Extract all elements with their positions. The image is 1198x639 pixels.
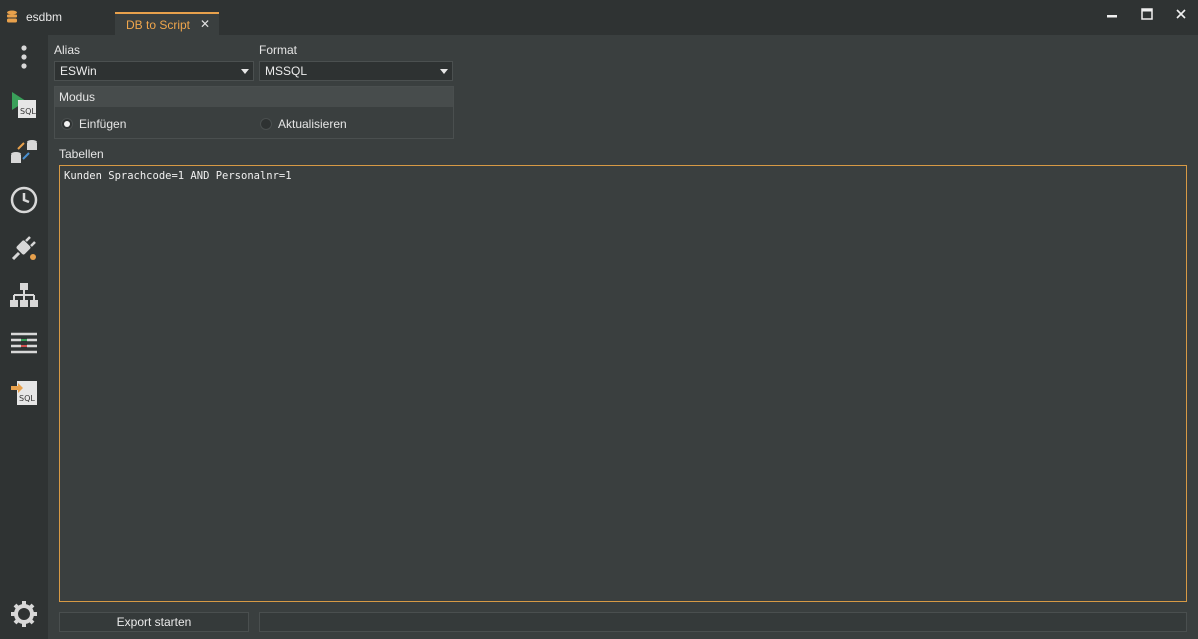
app-title: esdbm bbox=[6, 8, 62, 26]
modus-header: Modus bbox=[55, 87, 453, 107]
format-label: Format bbox=[259, 43, 298, 57]
tab-close-icon[interactable]: ✕ bbox=[200, 17, 210, 31]
svg-text:SQL: SQL bbox=[19, 394, 35, 403]
maximize-icon bbox=[1141, 8, 1153, 20]
sidebar-menu-button[interactable] bbox=[8, 41, 40, 73]
list-compare-icon bbox=[11, 332, 37, 354]
window-close-button[interactable] bbox=[1169, 5, 1193, 25]
alias-value: ESWin bbox=[60, 64, 97, 78]
tables-label: Tabellen bbox=[59, 147, 104, 161]
radio-insert[interactable]: Einfügen bbox=[61, 117, 126, 131]
svg-text:SQL: SQL bbox=[20, 107, 36, 116]
maximize-button[interactable] bbox=[1135, 5, 1159, 25]
minimize-button[interactable] bbox=[1100, 5, 1124, 25]
hierarchy-icon bbox=[10, 283, 38, 307]
alias-label: Alias bbox=[54, 43, 81, 57]
progress-bar bbox=[259, 612, 1187, 632]
sidebar-item-history[interactable] bbox=[8, 184, 40, 216]
sidebar-item-hierarchy[interactable] bbox=[8, 280, 40, 312]
radio-selected-icon bbox=[61, 118, 73, 130]
sidebar-item-connection-settings[interactable] bbox=[8, 232, 40, 264]
sql-export-icon: SQL bbox=[11, 381, 37, 405]
history-clock-icon bbox=[10, 186, 38, 214]
sidebar: SQL SQL bbox=[0, 35, 48, 639]
sidebar-item-sql-run[interactable]: SQL bbox=[8, 89, 40, 121]
minimize-icon bbox=[1107, 15, 1117, 18]
sidebar-item-sql-export[interactable]: SQL bbox=[8, 376, 40, 408]
modus-group: Modus Einfügen Aktualisieren bbox=[54, 86, 454, 139]
sidebar-item-list-compare[interactable] bbox=[8, 328, 40, 360]
chevron-down-icon bbox=[440, 69, 448, 74]
db-compare-icon bbox=[11, 140, 37, 163]
menu-dots-icon bbox=[21, 45, 27, 69]
title-bar: esdbm DB to Script ✕ bbox=[0, 0, 1198, 35]
chevron-down-icon bbox=[241, 69, 249, 74]
format-value: MSSQL bbox=[265, 64, 308, 78]
radio-update-label: Aktualisieren bbox=[278, 117, 347, 131]
radio-insert-label: Einfügen bbox=[79, 117, 127, 131]
radio-unselected-icon bbox=[260, 118, 272, 130]
gear-icon bbox=[11, 601, 37, 627]
plug-settings-icon bbox=[11, 236, 36, 261]
tables-textarea[interactable]: Kunden Sprachcode=1 AND Personalnr=1 bbox=[59, 165, 1187, 602]
close-icon bbox=[1176, 9, 1186, 19]
export-start-button[interactable]: Export starten bbox=[59, 612, 249, 632]
format-select[interactable]: MSSQL bbox=[259, 61, 453, 81]
sidebar-item-db-compare[interactable] bbox=[8, 136, 40, 168]
tab-db-to-script[interactable]: DB to Script ✕ bbox=[115, 12, 219, 35]
tab-label: DB to Script bbox=[126, 17, 191, 32]
settings-button[interactable] bbox=[8, 598, 40, 630]
app-title-label: esdbm bbox=[26, 10, 63, 24]
sql-run-icon: SQL bbox=[12, 92, 36, 118]
alias-select[interactable]: ESWin bbox=[54, 61, 254, 81]
radio-update[interactable]: Aktualisieren bbox=[260, 117, 347, 131]
database-icon bbox=[7, 10, 17, 23]
main-panel: Alias ESWin Format MSSQL Modus Einfügen … bbox=[48, 35, 1198, 639]
